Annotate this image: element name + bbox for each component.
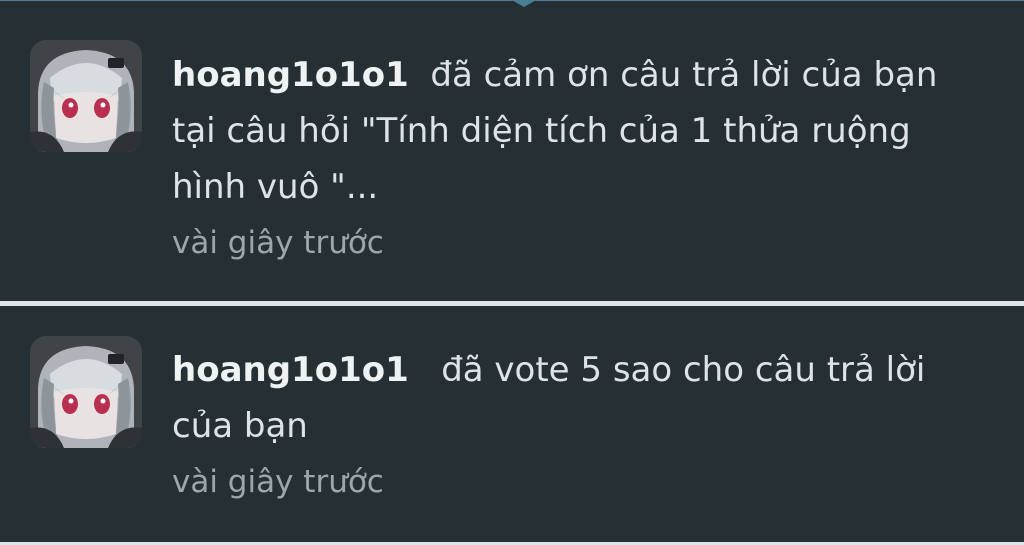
username-link[interactable]: hoang1o1o1 (172, 350, 409, 390)
notification-message: hoang1o1o1 đã cảm ơn câu trả lời của bạn… (172, 47, 982, 215)
notification-time: vài giây trước (172, 225, 384, 261)
dropdown-caret (510, 0, 538, 7)
notification-time: vài giây trước (172, 464, 384, 500)
notification-message: hoang1o1o1 đã vote 5 sao cho câu trả lời… (172, 342, 982, 454)
anime-avatar-icon[interactable] (30, 336, 142, 448)
anime-avatar-icon[interactable] (30, 40, 142, 152)
notification-item[interactable]: hoang1o1o1 đã vote 5 sao cho câu trả lời… (0, 306, 1024, 542)
notification-content: hoang1o1o1 đã cảm ơn câu trả lời của bạn… (172, 47, 982, 265)
notification-content: hoang1o1o1 đã vote 5 sao cho câu trả lời… (172, 342, 982, 504)
notification-item[interactable]: hoang1o1o1 đã cảm ơn câu trả lời của bạn… (0, 9, 1024, 301)
username-link[interactable]: hoang1o1o1 (172, 55, 409, 95)
notification-dropdown: hoang1o1o1 đã cảm ơn câu trả lời của bạn… (0, 0, 1024, 545)
